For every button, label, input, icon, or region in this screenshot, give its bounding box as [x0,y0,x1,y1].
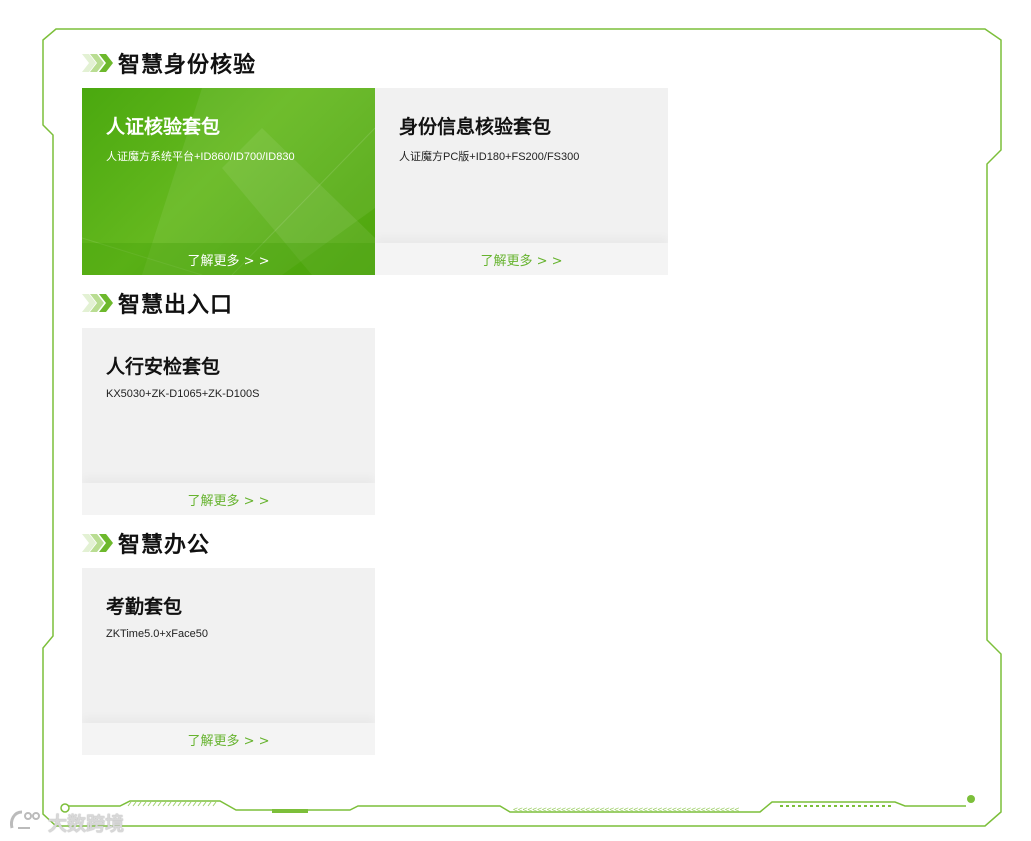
section-title-text: 智慧出入口 [118,293,234,318]
card-title: 人行安检套包 [106,356,221,378]
card-pedestrian-security[interactable]: 人行安检套包 KX5030+ZK-D1065+ZK-D100S 了解更多 > > [82,328,375,515]
section-title-identity: 智慧身份核验 [82,48,256,78]
card-title: 身份信息核验套包 [399,116,552,138]
watermark: 大数跨境 [8,808,124,837]
card-subtitle: KX5030+ZK-D1065+ZK-D100S [106,388,260,400]
brand-logo-icon [8,808,44,837]
section-title-entrance: 智慧出入口 [82,288,233,318]
card-subtitle: 人证魔方PC版+ID180+FS200/FS300 [399,151,580,163]
section-title-text: 智慧办公 [118,533,211,558]
chevron-arrows-icon [82,532,116,554]
card-title: 考勤套包 [106,596,183,618]
learn-more-link[interactable]: 了解更多 > > [82,723,375,755]
section-title-text: 智慧身份核验 [118,53,257,78]
card-title: 人证核验套包 [106,116,221,138]
chevron-arrows-icon [82,292,116,314]
card-subtitle: 人证魔方系统平台+ID860/ID700/ID830 [106,151,295,163]
card-subtitle: ZKTime5.0+xFace50 [106,628,208,640]
card-person-id-verification[interactable]: 人证核验套包 人证魔方系统平台+ID860/ID700/ID830 了解更多 >… [82,88,375,275]
card-attendance[interactable]: 考勤套包 ZKTime5.0+xFace50 了解更多 > > [82,568,375,755]
section-title-office: 智慧办公 [82,528,210,558]
chevron-arrows-icon [82,52,116,74]
svg-text:<<<<<<<<<<<<<<<<<<<<<<<<<<<<<<: <<<<<<<<<<<<<<<<<<<<<<<<<<<<<<<<<<<<<<<<… [513,805,740,814]
learn-more-link[interactable]: 了解更多 > > [82,483,375,515]
card-identity-info-verification[interactable]: 身份信息核验套包 人证魔方PC版+ID180+FS200/FS300 了解更多 … [375,88,668,275]
learn-more-link[interactable]: 了解更多 > > [82,243,375,275]
learn-more-link[interactable]: 了解更多 > > [375,243,668,275]
watermark-text: 大数跨境 [48,813,125,835]
